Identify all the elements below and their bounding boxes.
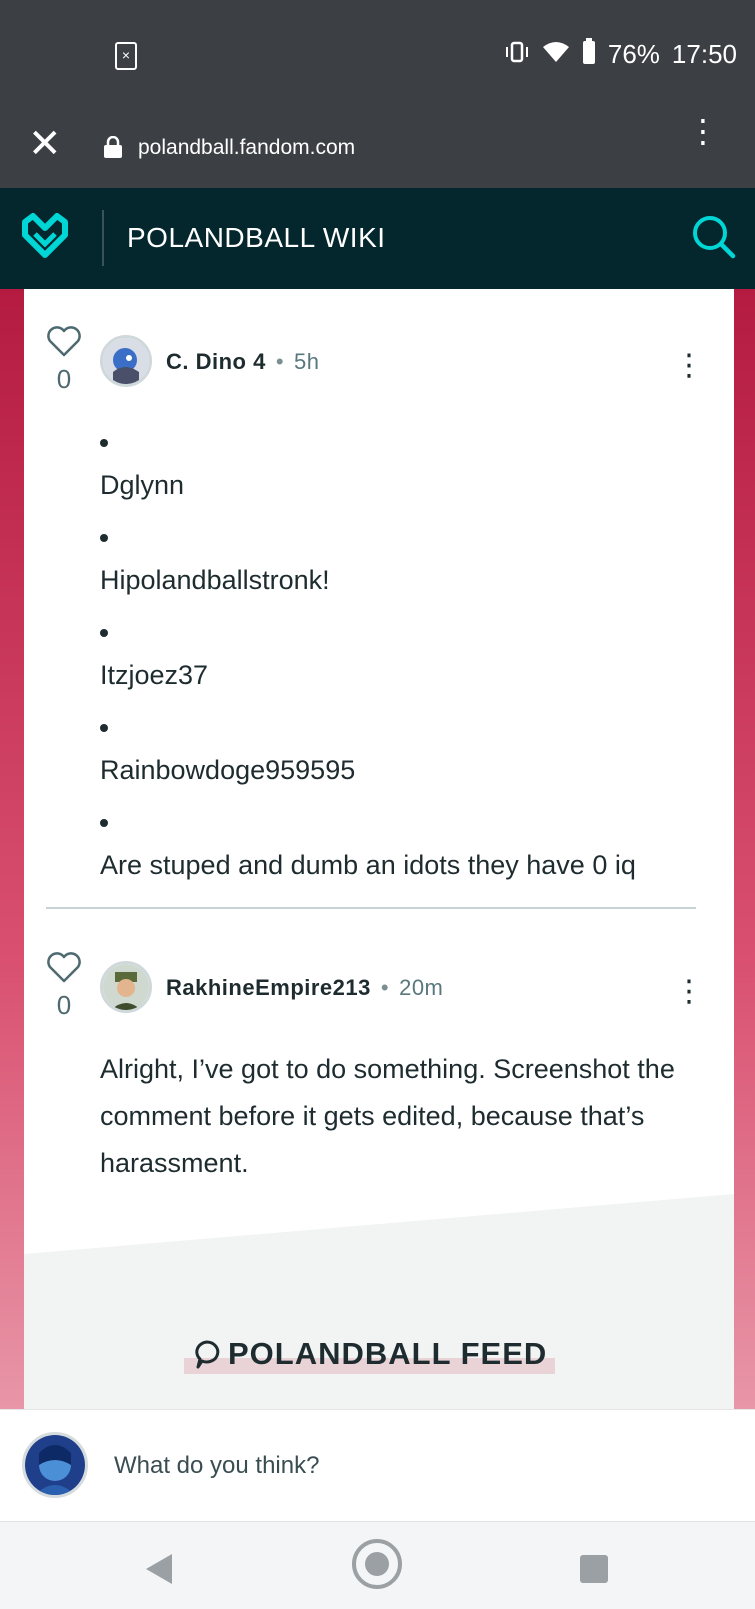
avatar[interactable] (100, 961, 152, 1013)
list-item-text: Dglynn (100, 470, 185, 500)
system-navigation-bar (0, 1521, 755, 1609)
bullet-dot (100, 439, 108, 447)
close-tab-icon[interactable]: ✕ (28, 124, 62, 164)
back-icon[interactable] (146, 1554, 172, 1584)
author-name[interactable]: C. Dino 4 (166, 349, 266, 374)
battery-percent: 76% (607, 39, 660, 69)
fandom-logo-icon[interactable] (20, 210, 70, 265)
speech-bubble-icon (195, 1340, 220, 1369)
comment-text: Alright, I’ve got to do something. Scree… (100, 1054, 675, 1178)
comment-author[interactable]: C. Dino 4 • 5h (166, 349, 320, 375)
heart-icon[interactable] (46, 951, 82, 983)
comment-input-placeholder[interactable]: What do you think? (114, 1452, 319, 1480)
browser-toolbar: ✕ polandball.fandom.com ⋮ (0, 110, 755, 188)
clock: 17:50 (671, 39, 737, 69)
list-item-text: Hipolandballstronk! (100, 565, 330, 595)
more-options-icon[interactable]: ⋮ (687, 115, 719, 147)
battery-icon (582, 38, 596, 71)
recent-apps-icon[interactable] (580, 1555, 608, 1583)
separator-dot: • (380, 975, 390, 1000)
separator-dot: • (275, 349, 285, 374)
wiki-title[interactable]: POLANDBALL WIKI (127, 222, 386, 254)
bullet-dot (100, 724, 108, 732)
header-separator (102, 210, 104, 266)
comment-options-icon[interactable]: ⋮ (674, 351, 704, 381)
home-icon[interactable] (352, 1539, 402, 1589)
bullet-dot (100, 534, 108, 542)
wifi-icon (542, 39, 570, 70)
comment-options-icon[interactable]: ⋮ (674, 977, 704, 1007)
list-item-text: Are stuped and dumb an idots they have 0… (100, 850, 636, 880)
feed-title-text[interactable]: POLANDBALL FEED (228, 1336, 547, 1372)
comment-composer[interactable]: What do you think? (0, 1409, 755, 1522)
author-name[interactable]: RakhineEmpire213 (166, 975, 371, 1000)
comment-divider (46, 907, 696, 909)
list-item-text: Itzjoez37 (100, 660, 209, 690)
search-icon[interactable] (691, 214, 737, 265)
comment-time: 20m (399, 975, 444, 1000)
comment-time: 5h (294, 349, 320, 374)
current-user-avatar (22, 1432, 88, 1498)
heart-icon[interactable] (46, 325, 82, 357)
document-error-icon: × (115, 42, 137, 70)
like-control[interactable]: 0 (44, 325, 84, 395)
like-control[interactable]: 0 (44, 951, 84, 1021)
status-bar: × 76% 17:50 (0, 0, 755, 110)
feed-title[interactable]: POLANDBALL FEED (184, 1334, 556, 1374)
list-item-text: Rainbowdoge959595 (100, 755, 356, 785)
url-text[interactable]: polandball.fandom.com (138, 136, 355, 160)
comment-author[interactable]: RakhineEmpire213 • 20m (166, 975, 443, 1001)
vibrate-icon (504, 39, 530, 70)
avatar[interactable] (100, 335, 152, 387)
bullet-dot (100, 819, 108, 827)
like-count: 0 (56, 364, 72, 394)
comments-card: 0 C. Dino 4 • 5h ⋮ Dglynn Hipolandballstro… (24, 289, 734, 1409)
like-count: 0 (56, 990, 72, 1020)
bullet-dot (100, 629, 108, 637)
feed-section-background (24, 1194, 734, 1409)
wiki-header: POLANDBALL WIKI (0, 188, 755, 289)
status-right: 76% 17:50 (504, 38, 737, 71)
lock-icon (104, 135, 122, 158)
